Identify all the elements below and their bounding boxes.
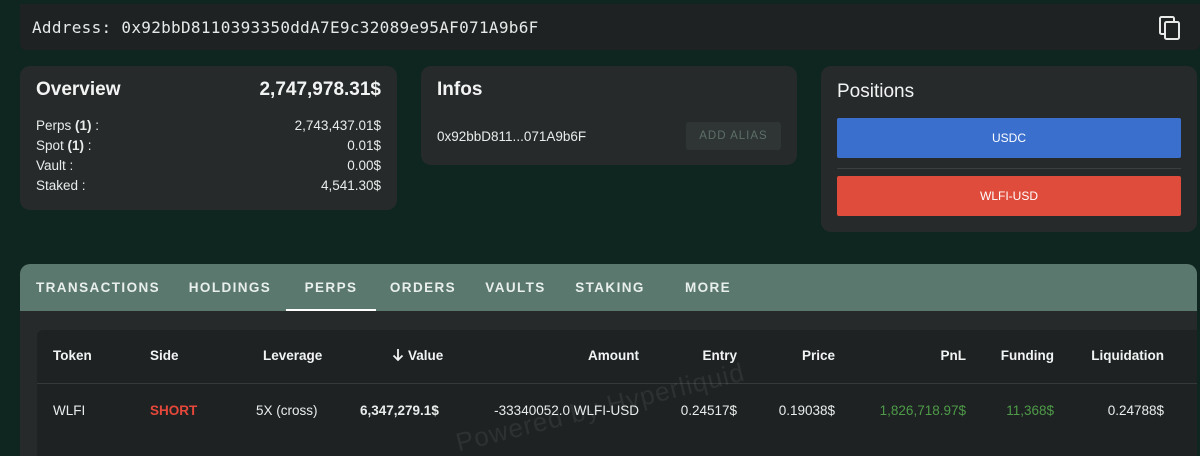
- tab-orders[interactable]: ORDERS: [382, 264, 464, 311]
- infos-title: Infos: [437, 79, 483, 100]
- cell-side: SHORT: [150, 403, 198, 418]
- overview-row-spot: Spot (1) : 0.01$: [36, 136, 381, 156]
- cell-value: 6,347,279.1$: [360, 403, 439, 418]
- address-bar: Address: 0x92bbD8110393350ddA7E9c32089e9…: [20, 4, 1200, 50]
- cell-leverage: 5X (cross): [256, 403, 318, 418]
- tab-staking[interactable]: STAKING: [570, 264, 650, 311]
- row-divider: [37, 383, 1197, 384]
- overview-row-perps: Perps (1) : 2,743,437.01$: [36, 116, 381, 136]
- short-address: 0x92bbD811...071A9b6F: [437, 128, 587, 144]
- overview-row-count: (1): [67, 138, 85, 153]
- overview-row-value: 0.01$: [347, 138, 381, 153]
- overview-row-value: 4,541.30$: [320, 178, 381, 193]
- column-header-entry[interactable]: Entry: [702, 348, 737, 363]
- position-usdc-button[interactable]: USDC: [837, 118, 1181, 158]
- add-alias-button[interactable]: ADD ALIAS: [686, 122, 781, 150]
- column-header-value[interactable]: Value: [392, 348, 443, 363]
- sort-arrow-down-icon: [392, 349, 404, 362]
- overview-row-label: Staked: [36, 178, 79, 193]
- position-wlfi-usd-button[interactable]: WLFI-USD: [837, 176, 1181, 216]
- overview-row-suffix: :: [91, 118, 100, 133]
- overview-row-label: Spot: [36, 138, 68, 153]
- column-header-pnl[interactable]: PnL: [941, 348, 967, 363]
- infos-card: Infos 0x92bbD811...071A9b6F ADD ALIAS: [421, 66, 797, 165]
- copy-icon[interactable]: [1158, 15, 1182, 41]
- column-header-amount[interactable]: Amount: [588, 348, 639, 363]
- overview-total: 2,747,978.31$: [259, 79, 381, 100]
- tab-holdings[interactable]: HOLDINGS: [178, 264, 282, 311]
- positions-title: Positions: [837, 81, 915, 102]
- perps-table: Token Side Leverage Value Amount Entry P…: [37, 330, 1197, 456]
- overview-row-value: 0.00$: [347, 158, 381, 173]
- tab-more[interactable]: MORE: [680, 264, 736, 311]
- tab-bar: TRANSACTIONS HOLDINGS PERPS ORDERS VAULT…: [20, 264, 1197, 311]
- positions-card: Positions USDC WLFI-USD: [821, 66, 1197, 232]
- main-panel: TRANSACTIONS HOLDINGS PERPS ORDERS VAULT…: [20, 264, 1197, 456]
- cell-entry: 0.24517$: [680, 403, 737, 418]
- overview-row-label: Perps: [36, 118, 76, 133]
- cell-liquidation: 0.24788$: [1107, 403, 1164, 418]
- overview-row-staked: Staked : 4,541.30$: [36, 176, 381, 196]
- tab-perps[interactable]: PERPS: [286, 264, 376, 311]
- overview-row-vault: Vault : 0.00$: [36, 156, 381, 176]
- address-text: Address: 0x92bbD8110393350ddA7E9c32089e9…: [32, 17, 539, 37]
- cell-price: 0.19038$: [778, 403, 835, 418]
- overview-row-suffix: :: [78, 178, 86, 193]
- overview-row-count: (1): [75, 118, 92, 133]
- overview-row-value: 2,743,437.01$: [294, 118, 381, 133]
- column-header-liquidation[interactable]: Liquidation: [1091, 348, 1164, 363]
- cell-token: WLFI: [53, 403, 86, 418]
- column-header-token[interactable]: Token: [53, 348, 92, 363]
- column-header-side[interactable]: Side: [150, 348, 179, 363]
- column-header-funding[interactable]: Funding: [1001, 348, 1054, 363]
- overview-title: Overview: [36, 79, 121, 100]
- overview-row-label: Vault: [36, 158, 66, 173]
- cell-pnl: 1,826,718.97$: [879, 403, 966, 418]
- overview-card: Overview 2,747,978.31$ Perps (1) : 2,743…: [20, 66, 397, 210]
- cell-amount: -33340052.0 WLFI-USD: [494, 403, 639, 418]
- tab-transactions[interactable]: TRANSACTIONS: [36, 264, 159, 311]
- column-header-value-label: Value: [408, 348, 444, 363]
- tab-vaults[interactable]: VAULTS: [478, 264, 553, 311]
- cell-funding: 11,368$: [1006, 403, 1054, 418]
- column-header-leverage[interactable]: Leverage: [263, 348, 322, 363]
- overview-row-suffix: :: [65, 158, 74, 173]
- column-header-price[interactable]: Price: [802, 348, 835, 363]
- overview-row-suffix: :: [84, 138, 92, 153]
- positions-divider: [837, 168, 1181, 169]
